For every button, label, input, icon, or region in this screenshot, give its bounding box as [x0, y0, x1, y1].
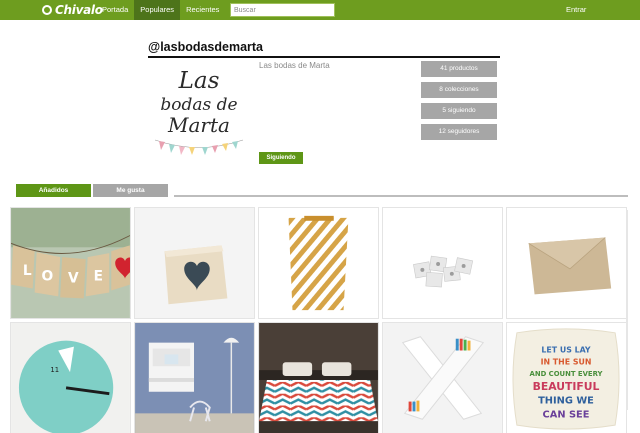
product-chevron-bed[interactable] — [258, 322, 379, 433]
striped-bag-image — [259, 208, 378, 318]
main-nav: Portada Populares Recientes — [96, 0, 225, 20]
nav-populares[interactable]: Populares — [134, 0, 181, 20]
page-scrollbar[interactable] — [626, 210, 628, 410]
pillow-line-4: BEAUTIFUL — [533, 380, 600, 393]
svg-text:L: L — [23, 263, 32, 279]
pillow-line-6: CAN SEE — [543, 409, 590, 420]
pillow-line-3: AND COUNT EVERY — [530, 370, 604, 378]
search-input[interactable] — [230, 3, 335, 17]
pillow-line-2: IN THE SUN — [541, 357, 592, 366]
mint-clock-image: 11 — [11, 323, 130, 433]
product-quote-pillow[interactable]: LET US LAY IN THE SUN AND COUNT EVERY BE… — [506, 322, 627, 433]
following-button[interactable]: Siguiendo — [259, 152, 303, 164]
product-mint-clock[interactable]: 11 — [10, 322, 131, 433]
x-bookshelf-image — [383, 323, 502, 433]
pillow-line-5: THING WE — [538, 396, 594, 407]
svg-text:E: E — [94, 269, 103, 285]
avatar-line-1: Las — [178, 68, 220, 94]
kraft-envelope-image — [507, 208, 626, 318]
stat-products-button[interactable]: 41 productos — [421, 61, 497, 77]
product-x-bookshelf[interactable] — [382, 322, 503, 433]
profile-stats: 41 productos 8 colecciones 5 siguiendo 1… — [421, 61, 497, 145]
profile-tabs: Añadidos Me gusta — [16, 184, 168, 197]
tea-bags-image — [383, 208, 502, 318]
product-striped-bag[interactable] — [258, 207, 379, 319]
nav-recientes[interactable]: Recientes — [180, 0, 225, 20]
profile-avatar: Las bodas de Marta — [149, 60, 249, 164]
product-love-banner[interactable]: L O V E — [10, 207, 131, 319]
profile-display-name: Las bodas de Marta — [259, 61, 330, 70]
clock-number: 11 — [50, 366, 59, 374]
avatar-line-3: Marta — [167, 113, 230, 137]
tabs-divider — [174, 195, 628, 197]
quote-pillow-image: LET US LAY IN THE SUN AND COUNT EVERY BE… — [507, 323, 626, 433]
svg-text:O: O — [42, 269, 54, 285]
top-bar: Chivalo Portada Populares Recientes Entr… — [0, 0, 640, 20]
nav-portada[interactable]: Portada — [96, 0, 134, 20]
stat-collections-button[interactable]: 8 colecciones — [421, 82, 497, 98]
love-banner-image: L O V E — [11, 208, 130, 318]
heart-box-image — [135, 208, 254, 318]
tab-likes[interactable]: Me gusta — [93, 184, 168, 197]
logo-icon — [42, 5, 52, 15]
profile-username: @lasbodasdemarta — [148, 40, 264, 54]
pillow-line-1: LET US LAY — [541, 345, 591, 354]
svg-text:V: V — [68, 271, 79, 287]
login-link[interactable]: Entrar — [566, 0, 586, 20]
username-divider — [148, 56, 500, 58]
avatar-line-2: bodas de — [160, 95, 237, 115]
product-kraft-envelope[interactable] — [506, 207, 627, 319]
product-tea-bags[interactable] — [382, 207, 503, 319]
chevron-bed-image — [259, 323, 378, 433]
bunting-garland — [154, 139, 244, 155]
product-wall-desk[interactable] — [134, 322, 255, 433]
product-heart-box[interactable] — [134, 207, 255, 319]
tab-added[interactable]: Añadidos — [16, 184, 91, 197]
site-logo[interactable]: Chivalo — [42, 2, 103, 18]
wall-desk-image — [135, 323, 254, 433]
stat-followers-button[interactable]: 12 seguidores — [421, 124, 497, 140]
stat-following-button[interactable]: 5 siguiendo — [421, 103, 497, 119]
